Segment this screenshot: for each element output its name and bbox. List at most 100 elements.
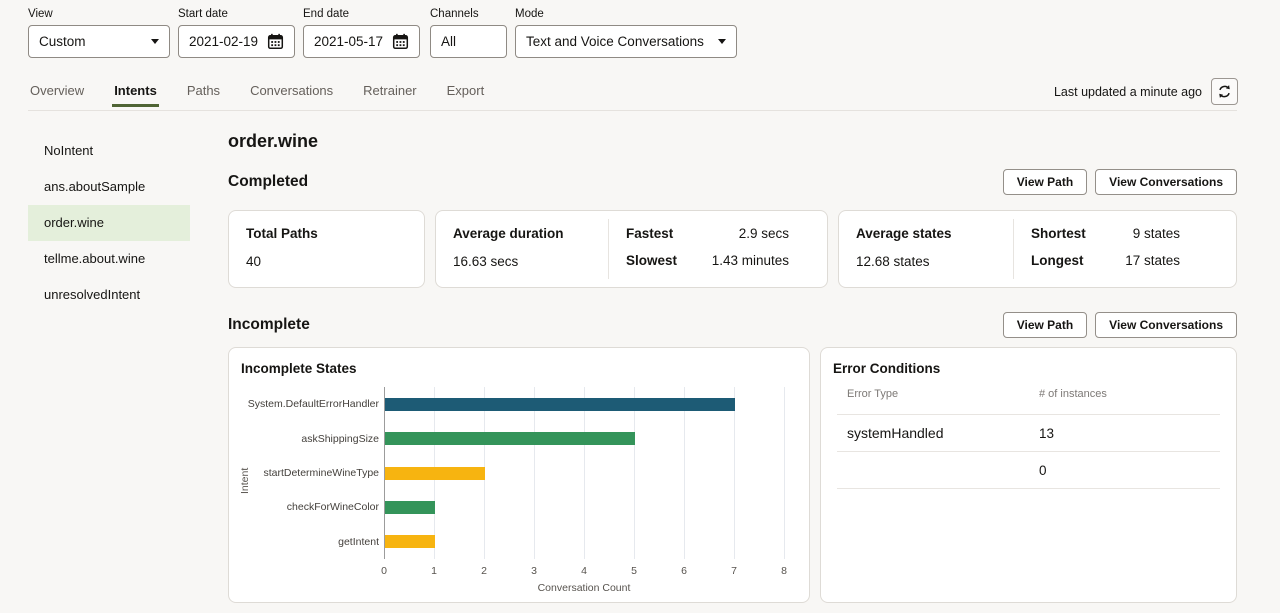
end-date-value: 2021-05-17 [314,34,384,49]
card-divider [608,219,609,279]
chevron-down-icon [151,39,159,44]
bar-askShippingSize[interactable] [385,432,635,445]
instances-column-header: # of instances [1039,388,1107,400]
sidebar-item-nointent[interactable]: NoIntent [28,133,190,169]
bar-checkForWineColor[interactable] [385,501,435,514]
sidebar-item-order.wine[interactable]: order.wine [28,205,190,241]
error-conditions-card: Error Conditions Error Type # of instanc… [820,347,1237,603]
last-updated-area: Last updated a minute ago [1054,78,1238,105]
total-paths-card: Total Paths 40 [228,210,425,288]
refresh-button[interactable] [1211,78,1238,105]
chart-title: Incomplete States [241,361,357,376]
view-conversations-button[interactable]: View Conversations [1095,312,1237,338]
view-path-button[interactable]: View Path [1003,312,1087,338]
tab-export[interactable]: Export [445,80,487,107]
chart-gridline [634,387,635,559]
error-condition-row: 0 [837,452,1220,489]
chart-category-label: System.DefaultErrorHandler [259,387,379,421]
chart-x-axis-label: Conversation Count [384,582,784,594]
total-paths-label: Total Paths [246,226,318,241]
avg-states-value: 12.68 states [856,254,952,269]
calendar-icon[interactable] [392,33,409,50]
error-type-column-header: Error Type [837,388,1039,400]
chart-category-label: startDetermineWineType [259,456,379,490]
error-conditions-header: Error Type # of instances [837,384,1220,415]
channels-label: Channels [430,8,507,20]
start-date-label: Start date [178,8,295,20]
chevron-down-icon [718,39,726,44]
chart-x-tick: 1 [422,565,446,577]
incomplete-heading: Incomplete [228,316,310,334]
chart-x-tick: 3 [522,565,546,577]
avg-duration-value: 16.63 secs [453,254,564,269]
channels-filter: Channels All [430,8,507,58]
slowest-label: Slowest [626,253,677,268]
start-date-input[interactable]: 2021-02-19 [178,25,295,58]
start-date-filter: Start date 2021-02-19 [178,8,295,58]
chart-x-tick: 4 [572,565,596,577]
tab-retrainer[interactable]: Retrainer [361,80,418,107]
tab-intents[interactable]: Intents [112,80,159,107]
tabbar-divider [28,110,1237,111]
incomplete-states-chart: Incomplete States Intent Conversation Co… [228,347,810,603]
card-divider [1013,219,1014,279]
sidebar-item-unresolvedintent[interactable]: unresolvedIntent [28,277,190,313]
end-date-label: End date [303,8,420,20]
last-updated-text: Last updated a minute ago [1054,85,1202,99]
chart-category-label: getIntent [259,525,379,559]
start-date-value: 2021-02-19 [189,34,259,49]
shortest-label: Shortest [1031,226,1086,241]
sidebar-item-ans.aboutsample[interactable]: ans.aboutSample [28,169,190,205]
mode-select[interactable]: Text and Voice Conversations [515,25,737,58]
chart-category-label: checkForWineColor [259,490,379,524]
view-value: Custom [39,34,143,49]
tab-conversations[interactable]: Conversations [248,80,335,107]
longest-label: Longest [1031,253,1084,268]
fastest-label: Fastest [626,226,673,241]
bar-getIntent[interactable] [385,535,435,548]
error-conditions-title: Error Conditions [833,361,940,376]
calendar-icon[interactable] [267,33,284,50]
page-title: order.wine [228,131,318,152]
view-filter: View Custom [28,8,170,58]
tab-paths[interactable]: Paths [185,80,222,107]
chart-x-tick: 7 [722,565,746,577]
avg-states-label: Average states [856,226,952,241]
channels-input[interactable]: All [430,25,507,58]
channels-value: All [441,34,496,49]
instances-cell: 13 [1039,426,1054,441]
sidebar-item-tellme.about.wine[interactable]: tellme.about.wine [28,241,190,277]
avg-duration-label: Average duration [453,226,564,241]
incomplete-actions: View Path View Conversations [1003,312,1237,338]
duration-card: Average duration 16.63 secs Fastest 2.9 … [435,210,828,288]
bar-startDetermineWineType[interactable] [385,467,485,480]
states-card: Average states 12.68 states Shortest 9 s… [838,210,1237,288]
intent-list: NoIntentans.aboutSampleorder.winetellme.… [28,133,190,313]
error-type-cell: systemHandled [837,425,1039,441]
mode-filter: Mode Text and Voice Conversations [515,8,737,58]
tab-bar: Overview Intents Paths Conversations Retrain… [28,80,486,107]
chart-gridline [534,387,535,559]
end-date-input[interactable]: 2021-05-17 [303,25,420,58]
shortest-value: 9 states [1133,226,1180,241]
chart-gridline [684,387,685,559]
chart-gridline [734,387,735,559]
view-path-button[interactable]: View Path [1003,169,1087,195]
bar-System.DefaultErrorHandler[interactable] [385,398,735,411]
chart-gridline [584,387,585,559]
view-select[interactable]: Custom [28,25,170,58]
slowest-value: 1.43 minutes [712,253,789,268]
fastest-value: 2.9 secs [739,226,789,241]
end-date-filter: End date 2021-05-17 [303,8,420,58]
view-conversations-button[interactable]: View Conversations [1095,169,1237,195]
chart-category-label: askShippingSize [259,421,379,455]
tab-overview[interactable]: Overview [28,80,86,107]
longest-value: 17 states [1125,253,1180,268]
error-condition-row: systemHandled13 [837,415,1220,452]
chart-x-tick: 5 [622,565,646,577]
instances-cell: 0 [1039,463,1047,478]
chart-x-tick: 8 [772,565,796,577]
completed-heading: Completed [228,173,308,191]
completed-actions: View Path View Conversations [1003,169,1237,195]
chart-x-tick: 6 [672,565,696,577]
